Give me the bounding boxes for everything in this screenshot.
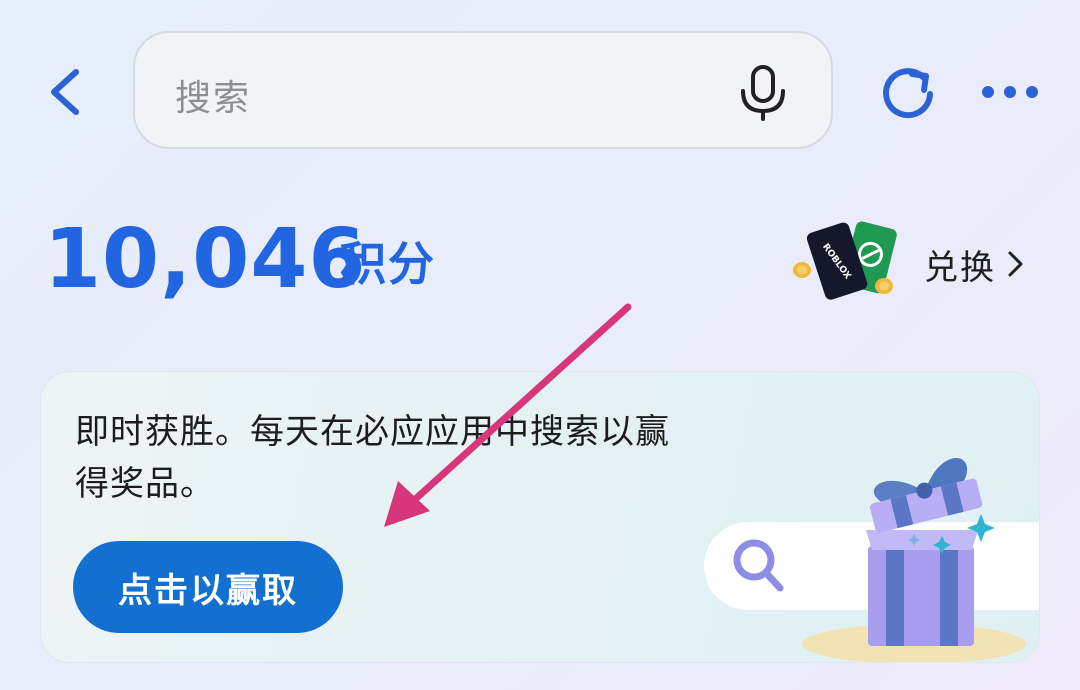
click-to-win-button[interactable]: 点击以赢取 — [73, 541, 343, 633]
points-unit: 积分 — [340, 237, 436, 291]
redeem-link[interactable]: 兑换 — [924, 236, 1026, 292]
refresh-button[interactable] — [876, 62, 940, 124]
refresh-icon — [883, 68, 933, 119]
back-button[interactable] — [38, 62, 94, 122]
promo-illustration — [696, 422, 1039, 662]
arrow-annotation-icon — [384, 303, 632, 527]
search-bar[interactable]: 搜索 — [133, 31, 833, 149]
search-placeholder: 搜索 — [175, 78, 252, 119]
chevron-left-icon — [51, 69, 79, 115]
redeem-cards-illustration: ROBLOX — [788, 214, 900, 314]
chevron-right-icon — [1008, 251, 1023, 277]
more-options-button[interactable] — [978, 78, 1042, 106]
microphone-icon — [741, 65, 785, 121]
redeem-label: 兑换 — [924, 247, 996, 288]
microphone-button[interactable] — [735, 63, 791, 123]
arrow-annotation — [370, 295, 640, 535]
points-value: 10,046 — [44, 212, 367, 307]
more-dots-icon — [982, 86, 1038, 98]
